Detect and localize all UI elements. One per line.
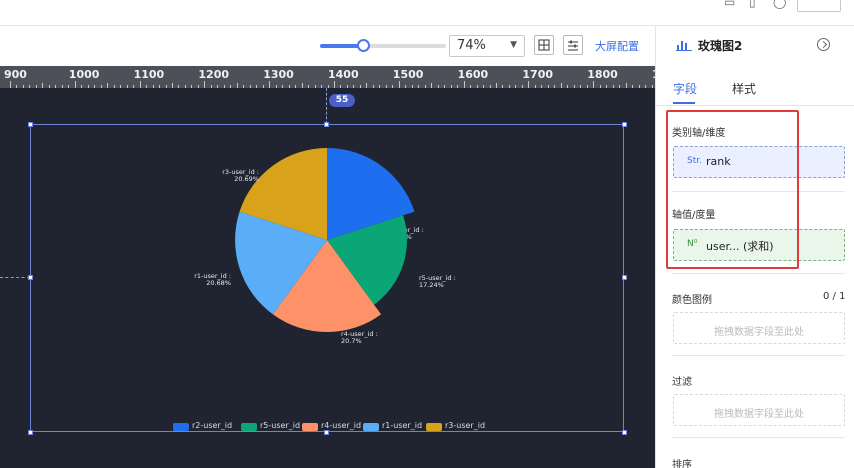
top-bar: ▭ ▯ ◯ — [0, 0, 854, 26]
legend-swatch — [363, 423, 379, 431]
ruler-label: 900 — [4, 68, 27, 81]
settings-button[interactable] — [563, 35, 583, 55]
ruler-tick — [528, 81, 530, 88]
tab-fields[interactable]: 字段 — [673, 80, 697, 97]
legend-label: r3-user_id — [445, 421, 486, 430]
bookmark-icon[interactable]: ▯ — [749, 0, 761, 8]
section-divider — [672, 273, 845, 274]
legend-swatch — [173, 423, 189, 431]
properties-panel: 玫瑰图2 字段 样式 类别轴/维度 Str. rank 轴值/度量 N⁰ use… — [655, 26, 854, 468]
ruler-tick — [398, 81, 400, 88]
ruler-label: 1000 — [68, 68, 100, 81]
ruler-tick — [10, 81, 11, 88]
bar-chart-icon — [676, 41, 692, 51]
collapse-panel-icon[interactable] — [817, 38, 830, 51]
legend-swatch — [302, 423, 318, 431]
ruler-label: 1800 — [587, 68, 618, 81]
ruler-tick — [269, 81, 271, 88]
ruler-tick — [74, 81, 76, 88]
legend-label: r1-user_id — [382, 421, 423, 430]
canvas-toolbar: 74% ▼ 大屏配置 — [0, 26, 655, 66]
ruler-label: 1400 — [328, 68, 359, 81]
horizontal-ruler: 9001000110012001300140015001600170018001… — [0, 66, 655, 88]
sliders-icon — [568, 40, 578, 51]
section-divider — [672, 437, 845, 438]
color-legend-count: 0 / 1 — [823, 291, 846, 302]
drop-hint: 拖拽数据字段至此处 — [714, 327, 804, 338]
ruler-label: 1100 — [133, 68, 165, 81]
ruler-tick — [204, 81, 206, 88]
ruler-tick — [139, 81, 141, 88]
legend-swatch — [426, 423, 442, 431]
legend-label: r5-user_id — [260, 421, 301, 430]
active-tab-indicator — [673, 102, 695, 104]
resize-handle-b[interactable] — [324, 430, 329, 435]
annotation-highlight — [666, 110, 799, 269]
horizontal-guide — [0, 277, 30, 278]
zoom-slider-handle[interactable] — [357, 39, 370, 52]
grid-button[interactable] — [534, 35, 554, 55]
sort-label: 排序 — [672, 460, 692, 468]
ruler-label: 1200 — [198, 68, 230, 81]
resize-handle-tl[interactable] — [28, 122, 33, 127]
vertical-guide — [326, 88, 327, 124]
tab-style[interactable]: 样式 — [732, 80, 756, 97]
design-canvas[interactable]: r2-user_id :20.69%r5-user_id :17.24%r4-u… — [0, 88, 655, 468]
ruler-label: 1300 — [263, 68, 294, 81]
filter-field-slot[interactable]: 拖拽数据字段至此处 — [673, 394, 845, 426]
ruler-tick — [463, 81, 465, 88]
legend-label: r4-user_id — [321, 421, 362, 430]
resize-handle-r[interactable] — [622, 275, 627, 280]
resize-handle-l[interactable] — [28, 275, 33, 280]
color-legend-label: 颜色图例 — [672, 295, 712, 306]
ruler-tick — [593, 81, 595, 88]
ruler-tick — [334, 81, 335, 88]
zoom-slider-fill — [320, 44, 360, 48]
ruler-label: 1700 — [522, 68, 554, 81]
legend-swatch — [241, 423, 257, 431]
drop-hint: 拖拽数据字段至此处 — [714, 409, 804, 420]
zoom-value: 74% — [457, 38, 486, 53]
ruler-label: 1500 — [392, 68, 424, 81]
selected-component-frame[interactable] — [30, 124, 624, 432]
grid-icon — [538, 39, 550, 51]
color-field-slot[interactable]: 拖拽数据字段至此处 — [673, 312, 845, 344]
bigscreen-config-link[interactable]: 大屏配置 — [595, 38, 639, 54]
section-divider — [672, 355, 845, 356]
resize-handle-bl[interactable] — [28, 430, 33, 435]
resize-handle-br[interactable] — [622, 430, 627, 435]
resize-handle-t[interactable] — [324, 122, 329, 127]
zoom-slider-track[interactable] — [320, 44, 446, 48]
top-action-button[interactable] — [797, 0, 841, 12]
legend-label: r2-user_id — [192, 421, 233, 430]
ruler-label: 1600 — [457, 68, 489, 81]
zoom-select[interactable]: 74% ▼ — [449, 35, 525, 57]
filter-label: 过滤 — [672, 377, 692, 388]
resize-handle-tr[interactable] — [622, 122, 627, 127]
help-icon[interactable]: ◯ — [773, 0, 786, 8]
share-icon[interactable]: ▭ — [724, 0, 736, 8]
panel-title: 玫瑰图2 — [698, 39, 743, 53]
chevron-down-icon: ▼ — [510, 40, 517, 50]
position-badge: 55 — [329, 94, 355, 107]
tab-divider — [656, 105, 854, 106]
